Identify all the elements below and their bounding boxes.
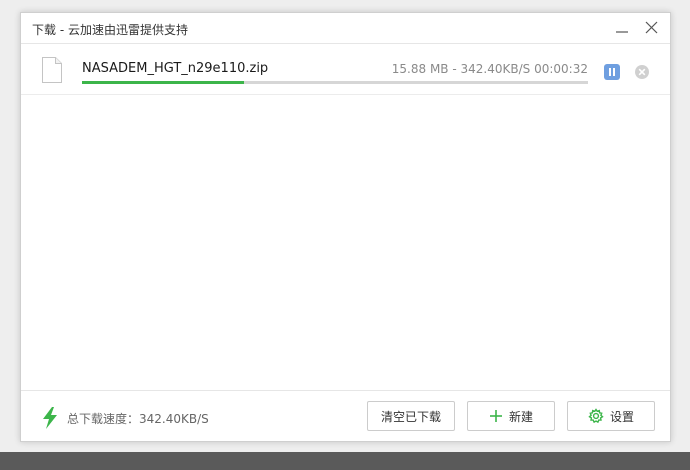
progress-fill — [82, 81, 244, 84]
download-window: 下载 - 云加速由迅雷提供支持 NASADEM_HGT_n29e110.zip … — [20, 12, 671, 442]
new-download-label: 新建 — [508, 409, 533, 424]
file-icon — [42, 57, 62, 83]
download-speed: 342.40KB/S — [460, 62, 531, 76]
close-icon — [645, 21, 658, 34]
new-download-button[interactable]: 新建 — [467, 401, 555, 431]
download-size: 15.88 MB — [391, 62, 449, 76]
minimize-button[interactable] — [610, 18, 634, 38]
plus-icon — [489, 410, 502, 422]
cancel-button[interactable] — [634, 64, 650, 80]
gear-icon — [588, 408, 604, 424]
settings-label: 设置 — [609, 409, 634, 424]
settings-button[interactable]: 设置 — [567, 401, 655, 431]
close-button[interactable] — [639, 18, 663, 38]
footer-bar: 总下载速度：342.40KB/S 清空已下载 新建 设置 — [21, 390, 670, 441]
download-filename: NASADEM_HGT_n29e110.zip — [82, 61, 269, 76]
progress-track — [82, 81, 588, 84]
taskbar-strip — [0, 452, 690, 470]
window-title: 下载 - 云加速由迅雷提供支持 — [32, 23, 188, 37]
pause-button[interactable] — [604, 64, 620, 80]
download-time-remaining: 00:00:32 — [534, 62, 588, 76]
cancel-icon — [635, 65, 649, 79]
pause-icon — [609, 68, 615, 76]
minimize-icon — [616, 31, 628, 33]
clear-downloaded-button[interactable]: 清空已下载 — [367, 401, 455, 431]
clear-downloaded-label: 清空已下载 — [380, 409, 441, 424]
total-speed-label: 总下载速度：342.40KB/S — [67, 412, 209, 426]
download-meta: 15.88 MB - 342.40KB/S 00:00:32 — [391, 62, 588, 76]
download-item[interactable]: NASADEM_HGT_n29e110.zip 15.88 MB - 342.4… — [21, 44, 670, 95]
lightning-icon — [43, 407, 57, 429]
download-list: NASADEM_HGT_n29e110.zip 15.88 MB - 342.4… — [21, 44, 670, 390]
title-bar: 下载 - 云加速由迅雷提供支持 — [21, 13, 670, 44]
